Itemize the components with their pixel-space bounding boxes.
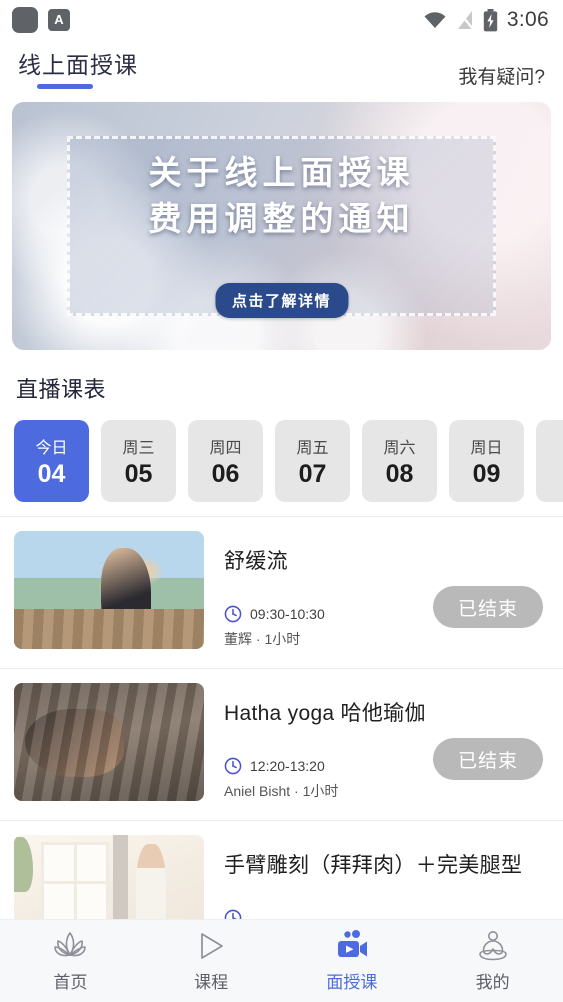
class-time: 09:30-10:30 <box>250 606 325 622</box>
date-card-day: 07 <box>298 459 327 488</box>
class-title: 舒缓流 <box>224 550 288 573</box>
meditating-person-icon <box>478 930 507 960</box>
wifi-icon <box>424 12 446 28</box>
date-card-wed[interactable]: 周三 05 <box>101 420 176 502</box>
no-signal-icon <box>457 10 474 30</box>
status-bar-right-icons: 3:06 <box>423 8 549 32</box>
live-schedule-title: 直播课表 <box>16 377 107 402</box>
nav-label-mine: 我的 <box>475 972 510 992</box>
date-card-next[interactable]: 周 1 <box>536 420 563 502</box>
help-link[interactable]: 我有疑问? <box>458 62 545 89</box>
yoga-figure-shape <box>101 547 151 638</box>
promo-banner[interactable]: 关于线上面授课 费用调整的通知 点击了解详情 <box>12 102 551 350</box>
nav-item-inperson-class[interactable]: 面授课 <box>282 929 423 993</box>
tab-online-class-title[interactable]: 线上面授课 <box>18 46 138 80</box>
date-card-weekday: 周日 <box>470 439 503 457</box>
date-card-day: 06 <box>211 459 240 488</box>
curtain-shape <box>112 835 128 930</box>
app-square-icon <box>12 7 38 33</box>
class-list: 舒缓流 09:30-10:30 董辉 · 1小时 已结束 Hatha yoga … <box>0 516 563 973</box>
date-card-thu[interactable]: 周四 06 <box>188 420 263 502</box>
class-status-button[interactable]: 已结束 <box>433 738 543 780</box>
class-list-item[interactable]: Hatha yoga 哈他瑜伽 12:20-13:20 Aniel Bisht … <box>0 669 563 821</box>
status-bar-left-icons: A <box>12 7 70 33</box>
date-card-day: 04 <box>37 459 66 488</box>
date-card-today[interactable]: 今日 04 <box>14 420 89 502</box>
class-time: 12:20-13:20 <box>250 758 325 774</box>
nav-item-courses[interactable]: 课程 <box>141 930 282 993</box>
font-size-a-icon: A <box>48 9 70 31</box>
lotus-icon <box>54 931 87 956</box>
banner-text: 关于线上面授课 费用调整的通知 <box>12 150 551 241</box>
clock-icon <box>224 605 242 623</box>
status-bar: A 3:06 <box>0 0 563 40</box>
class-teacher: Aniel Bisht · 1小时 <box>224 783 339 799</box>
date-card-day: 09 <box>472 459 501 488</box>
class-thumbnail-childs-pose <box>14 683 204 801</box>
class-status-button[interactable]: 已结束 <box>433 586 543 628</box>
date-selector-strip[interactable]: 今日 04 周三 05 周四 06 周五 07 周六 08 周日 09 周 1 <box>0 404 563 516</box>
bottom-navigation: 首页 课程 面授课 我的 <box>0 919 563 1002</box>
banner-container: 关于线上面授课 费用调整的通知 点击了解详情 <box>0 102 563 350</box>
clock-icon <box>224 757 242 775</box>
date-card-weekday: 周四 <box>209 439 242 457</box>
class-thumbnail-outdoor-yoga <box>14 531 204 649</box>
video-camera-icon <box>337 929 367 957</box>
class-teacher: 董辉 · 1小时 <box>224 631 301 647</box>
date-card-day: 05 <box>124 459 153 488</box>
page-header: 线上面授课 我有疑问? <box>0 40 563 102</box>
date-card-weekday: 周五 <box>296 439 329 457</box>
date-card-sun[interactable]: 周日 09 <box>449 420 524 502</box>
class-title: Hatha yoga 哈他瑜伽 <box>224 702 426 725</box>
date-card-weekday: 今日 <box>35 439 68 457</box>
nav-item-home[interactable]: 首页 <box>0 930 141 993</box>
banner-line-1: 关于线上面授课 <box>148 154 415 191</box>
play-triangle-icon <box>201 932 223 959</box>
window-shape <box>40 842 109 928</box>
class-list-item[interactable]: 舒缓流 09:30-10:30 董辉 · 1小时 已结束 <box>0 517 563 669</box>
banner-line-2: 费用调整的通知 <box>148 199 415 237</box>
nav-label-home: 首页 <box>53 972 88 992</box>
date-card-fri[interactable]: 周五 07 <box>275 420 350 502</box>
nav-item-mine[interactable]: 我的 <box>422 930 563 993</box>
date-card-weekday: 周六 <box>383 439 416 457</box>
tab-active-underline <box>37 84 93 89</box>
yoga-figure-shape <box>25 708 125 778</box>
banner-cta-button[interactable]: 点击了解详情 <box>214 283 349 318</box>
date-card-sat[interactable]: 周六 08 <box>362 420 437 502</box>
status-bar-clock: 3:06 <box>506 8 549 31</box>
class-title: 手臂雕刻（拜拜肉）＋完美腿型 <box>224 854 523 877</box>
battery-charging-icon <box>483 8 498 31</box>
nav-label-inperson-class: 面授课 <box>326 972 378 992</box>
plant-shape <box>14 837 33 892</box>
date-card-day: 08 <box>385 459 414 488</box>
nav-label-courses: 课程 <box>194 972 229 992</box>
date-card-weekday: 周三 <box>122 439 155 457</box>
